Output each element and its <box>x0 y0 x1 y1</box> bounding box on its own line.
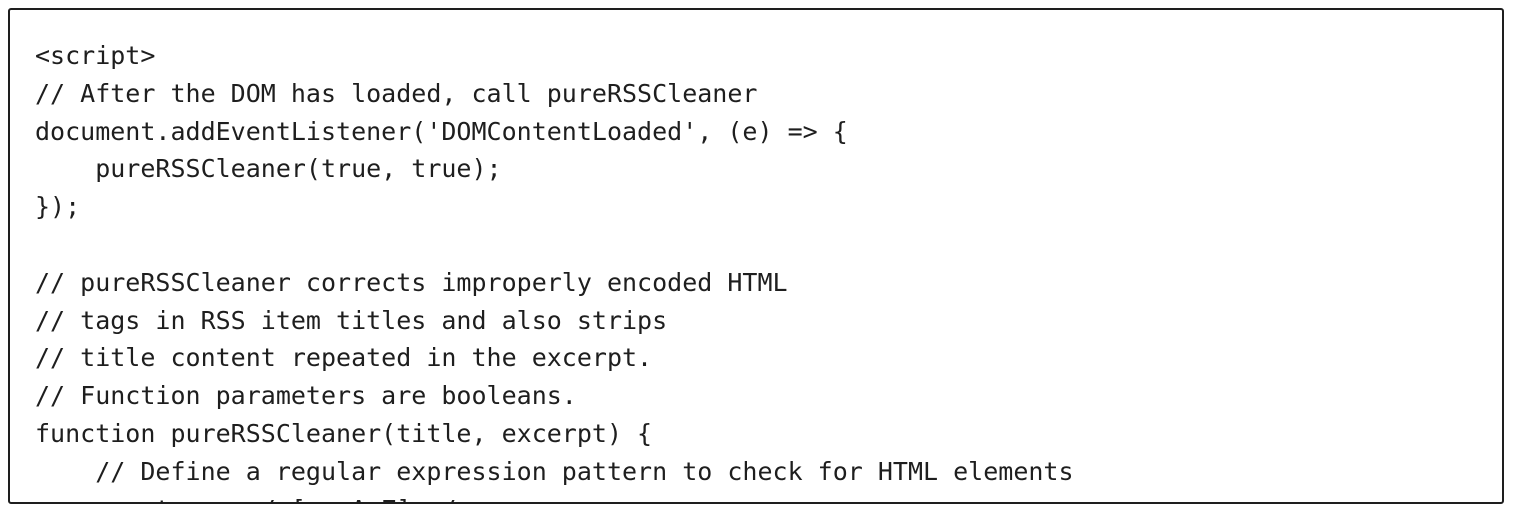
code-line: }); <box>35 192 81 222</box>
code-line: // After the DOM has loaded, call pureRS… <box>35 78 758 108</box>
code-line: document.addEventListener('DOMContentLoa… <box>35 116 848 146</box>
code-line: const re = /<[a-zA-Z]+>/; <box>35 491 1074 502</box>
code-line: // tags in RSS item titles and also stri… <box>35 305 668 335</box>
code-line: // Define a regular expression pattern t… <box>35 456 1074 486</box>
code-line: // pureRSSCleaner corrects improperly en… <box>35 267 788 297</box>
code-line: pureRSSCleaner(true, true); <box>35 154 502 184</box>
code-line: // Function parameters are booleans. <box>35 381 577 411</box>
code-lines: <script> // After the DOM has loaded, cal… <box>35 37 1074 502</box>
code-line: <script> <box>35 41 156 70</box>
code-line: function pureRSSCleaner(title, excerpt) … <box>35 418 653 448</box>
code-block: <script> // After the DOM has loaded, cal… <box>8 8 1504 504</box>
code-line: // title content repeated in the excerpt… <box>35 343 653 373</box>
